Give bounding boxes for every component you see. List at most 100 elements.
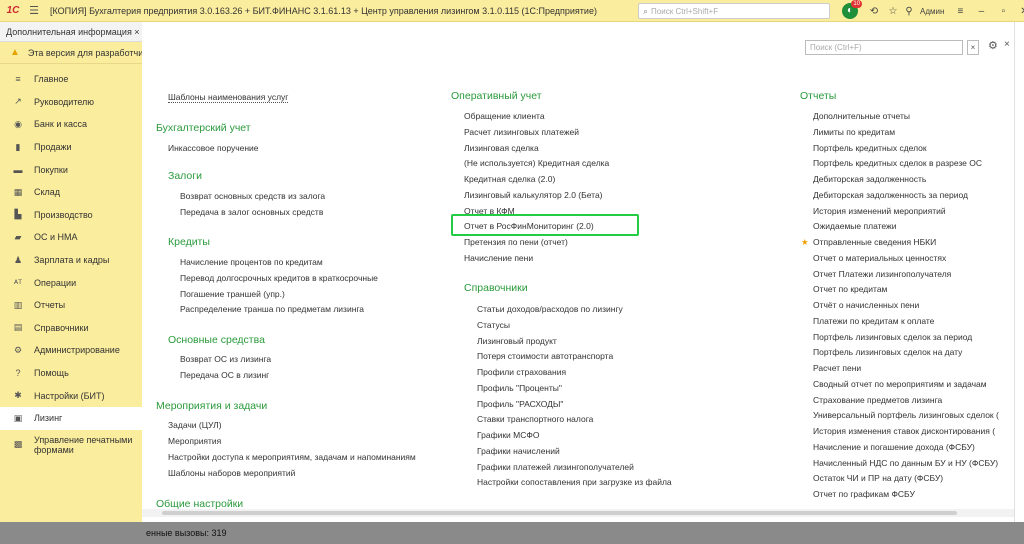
- content-search-input[interactable]: Поиск (Ctrl+F): [805, 40, 963, 55]
- link-item[interactable]: Дополнительные отчеты: [813, 111, 910, 121]
- link-item[interactable]: Кредитная сделка (2.0): [464, 174, 555, 184]
- nav-item[interactable]: ⚙ Администрирование: [0, 339, 142, 362]
- link-item[interactable]: Расчет лизинговых платежей: [464, 127, 579, 137]
- nav-item[interactable]: ◉ Банк и касса: [0, 113, 142, 136]
- link-item[interactable]: Обращение клиента: [464, 111, 545, 121]
- nav-item[interactable]: ♟ Зарплата и кадры: [0, 249, 142, 272]
- link-item[interactable]: Сводный отчет по мероприятиям и задачам: [813, 379, 987, 389]
- favorites-icon[interactable]: ☆: [884, 6, 902, 17]
- user-name[interactable]: Админ: [920, 7, 944, 16]
- link-item[interactable]: Начисленный НДС по данным БУ и НУ (ФСБУ): [813, 458, 998, 468]
- link-item[interactable]: Настройки доступа к мероприятиям, задача…: [168, 452, 416, 462]
- link-item[interactable]: Остаток ЧИ и ПР на дату (ФСБУ): [813, 473, 943, 483]
- link-item[interactable]: Претензия по пени (отчет): [464, 237, 568, 247]
- link-item[interactable]: Шаблоны наименования услуг: [168, 92, 289, 103]
- link-item[interactable]: Расчет пени: [813, 363, 861, 373]
- link-item[interactable]: Графики МСФО: [477, 430, 539, 440]
- nav-item[interactable]: ▥ Отчеты: [0, 294, 142, 317]
- link-item[interactable]: Лизинговая сделка: [464, 143, 539, 153]
- link-item[interactable]: Распределение транша по предметам лизинг…: [180, 304, 364, 314]
- global-search-input[interactable]: ⌕ Поиск Ctrl+Shift+F: [638, 3, 830, 19]
- link-item[interactable]: Ставки транспортного налога: [477, 414, 593, 424]
- link-item[interactable]: Лизинговый калькулятор 2.0 (Бета): [464, 190, 603, 200]
- link-item[interactable]: Отправленные сведения НБКИ: [813, 237, 936, 247]
- link-item[interactable]: Отчет по графикам ФСБУ: [813, 489, 915, 499]
- nav-item[interactable]: ▮ Продажи: [0, 136, 142, 159]
- link-item[interactable]: Дебиторская задолженность за период: [813, 190, 968, 200]
- link-item[interactable]: Статусы: [477, 320, 510, 330]
- link-item[interactable]: (Не используется) Кредитная сделка: [464, 158, 609, 168]
- link-item[interactable]: Отчет по кредитам: [813, 284, 887, 294]
- menu-icon[interactable]: ☰: [26, 4, 42, 17]
- link-item[interactable]: Начисление процентов по кредитам: [180, 257, 323, 267]
- link-item[interactable]: Профиль "РАСХОДЫ": [477, 399, 563, 409]
- link-item[interactable]: Задачи (ЦУЛ): [168, 420, 222, 430]
- warning-icon: ▲: [10, 47, 20, 58]
- link-item[interactable]: Лизинговый продукт: [477, 336, 557, 346]
- nav-item[interactable]: ▬ Покупки: [0, 158, 142, 181]
- nav-item[interactable]: ↗ Руководителю: [0, 91, 142, 114]
- minimize-icon[interactable]: –: [970, 6, 992, 17]
- link-item[interactable]: Отчёт о начисленных пени: [813, 300, 919, 310]
- title-bar: 1С ☰ [КОПИЯ] Бухгалтерия предприятия 3.0…: [0, 0, 1024, 22]
- link-item[interactable]: Портфель кредитных сделок в разрезе ОС: [813, 158, 982, 168]
- link-item[interactable]: Портфель кредитных сделок: [813, 143, 927, 153]
- link-item[interactable]: Профили страхования: [477, 367, 566, 377]
- close-icon[interactable]: ×: [1004, 39, 1010, 50]
- nav-item-label: Управление печатными формами: [34, 434, 133, 455]
- nav-item-label: Операции: [34, 277, 77, 288]
- nav-item[interactable]: ? Помощь: [0, 362, 142, 385]
- status-bar: енные вызовы: 319: [0, 522, 1024, 544]
- nav-item[interactable]: ≡ Главное: [0, 68, 142, 91]
- link-item[interactable]: Инкассовое поручение: [168, 143, 259, 153]
- history-icon[interactable]: ⟲: [864, 6, 884, 17]
- scroll-thumb[interactable]: [162, 511, 957, 515]
- nav-item[interactable]: ᴬᵀ Операции: [0, 271, 142, 294]
- link-item[interactable]: Ожидаемые платежи: [813, 221, 896, 231]
- nav-item[interactable]: ▦ Склад: [0, 181, 142, 204]
- link-item[interactable]: Лимиты по кредитам: [813, 127, 895, 137]
- link-item[interactable]: Графики платежей лизингополучателей: [477, 462, 634, 472]
- link-item[interactable]: Платежи по кредитам к оплате: [813, 316, 934, 326]
- nav-item[interactable]: ▤ Справочники: [0, 317, 142, 340]
- nav-item[interactable]: ▰ ОС и НМА: [0, 226, 142, 249]
- link-item[interactable]: Шаблоны наборов мероприятий: [168, 468, 295, 478]
- link-item[interactable]: Начисление пени: [464, 253, 533, 263]
- link-item[interactable]: Настройки сопоставления при загрузке из …: [477, 477, 672, 487]
- link-item[interactable]: История изменений мероприятий: [813, 206, 946, 216]
- link-item[interactable]: Портфель лизинговых сделок за период: [813, 332, 972, 342]
- settings-menu-icon[interactable]: ≡: [950, 6, 970, 17]
- horizontal-scrollbar[interactable]: [142, 509, 1014, 517]
- link-item[interactable]: Мероприятия: [168, 436, 221, 446]
- notifications-icon[interactable]: ◐ 10: [842, 0, 862, 19]
- link-item[interactable]: Профиль "Проценты": [477, 383, 562, 393]
- clear-search-button[interactable]: ×: [967, 40, 979, 55]
- nav-item[interactable]: ▩ Управление печатными формами: [0, 430, 142, 460]
- link-item[interactable]: Возврат ОС из лизинга: [180, 354, 271, 364]
- link-item[interactable]: Отчет Платежи лизингополучателя: [813, 269, 951, 279]
- link-item[interactable]: Универсальный портфель лизинговых сделок…: [813, 410, 999, 420]
- nav-item[interactable]: ✱ Настройки (БИТ): [0, 384, 142, 407]
- breadcrumb-tab[interactable]: Дополнительная информация ×: [0, 22, 142, 42]
- link-item[interactable]: История изменения ставок дисконтирования…: [813, 426, 995, 436]
- link-item[interactable]: Отчет о материальных ценностях: [813, 253, 946, 263]
- link-item[interactable]: Возврат основных средств из залога: [180, 191, 325, 201]
- link-item[interactable]: Статьи доходов/расходов по лизингу: [477, 304, 623, 314]
- close-window-icon[interactable]: ✕: [1014, 6, 1024, 17]
- link-item[interactable]: Графики начислений: [477, 446, 560, 456]
- link-item[interactable]: Страхование предметов лизинга: [813, 395, 942, 405]
- link-item[interactable]: Погашение траншей (упр.): [180, 289, 285, 299]
- link-item[interactable]: Перевод долгосрочных кредитов в краткоср…: [180, 273, 378, 283]
- gear-icon[interactable]: ⚙: [988, 39, 998, 52]
- link-item[interactable]: Портфель лизинговых сделок на дату: [813, 347, 962, 357]
- nav-item[interactable]: ▙ Производство: [0, 204, 142, 227]
- link-item[interactable]: Потеря стоимости автотранспорта: [477, 351, 613, 361]
- link-item[interactable]: Начисление и погашение дохода (ФСБУ): [813, 442, 975, 452]
- nav-item[interactable]: ▣ Лизинг: [0, 406, 142, 430]
- user-icon[interactable]: ⚲: [902, 6, 916, 17]
- link-item[interactable]: Передача ОС в лизинг: [180, 370, 269, 380]
- link-item[interactable]: Передача в залог основных средств: [180, 207, 323, 217]
- nav-item-label: Покупки: [34, 164, 68, 175]
- maximize-icon[interactable]: ▫: [992, 6, 1014, 17]
- link-item[interactable]: Дебиторская задолженность: [813, 174, 926, 184]
